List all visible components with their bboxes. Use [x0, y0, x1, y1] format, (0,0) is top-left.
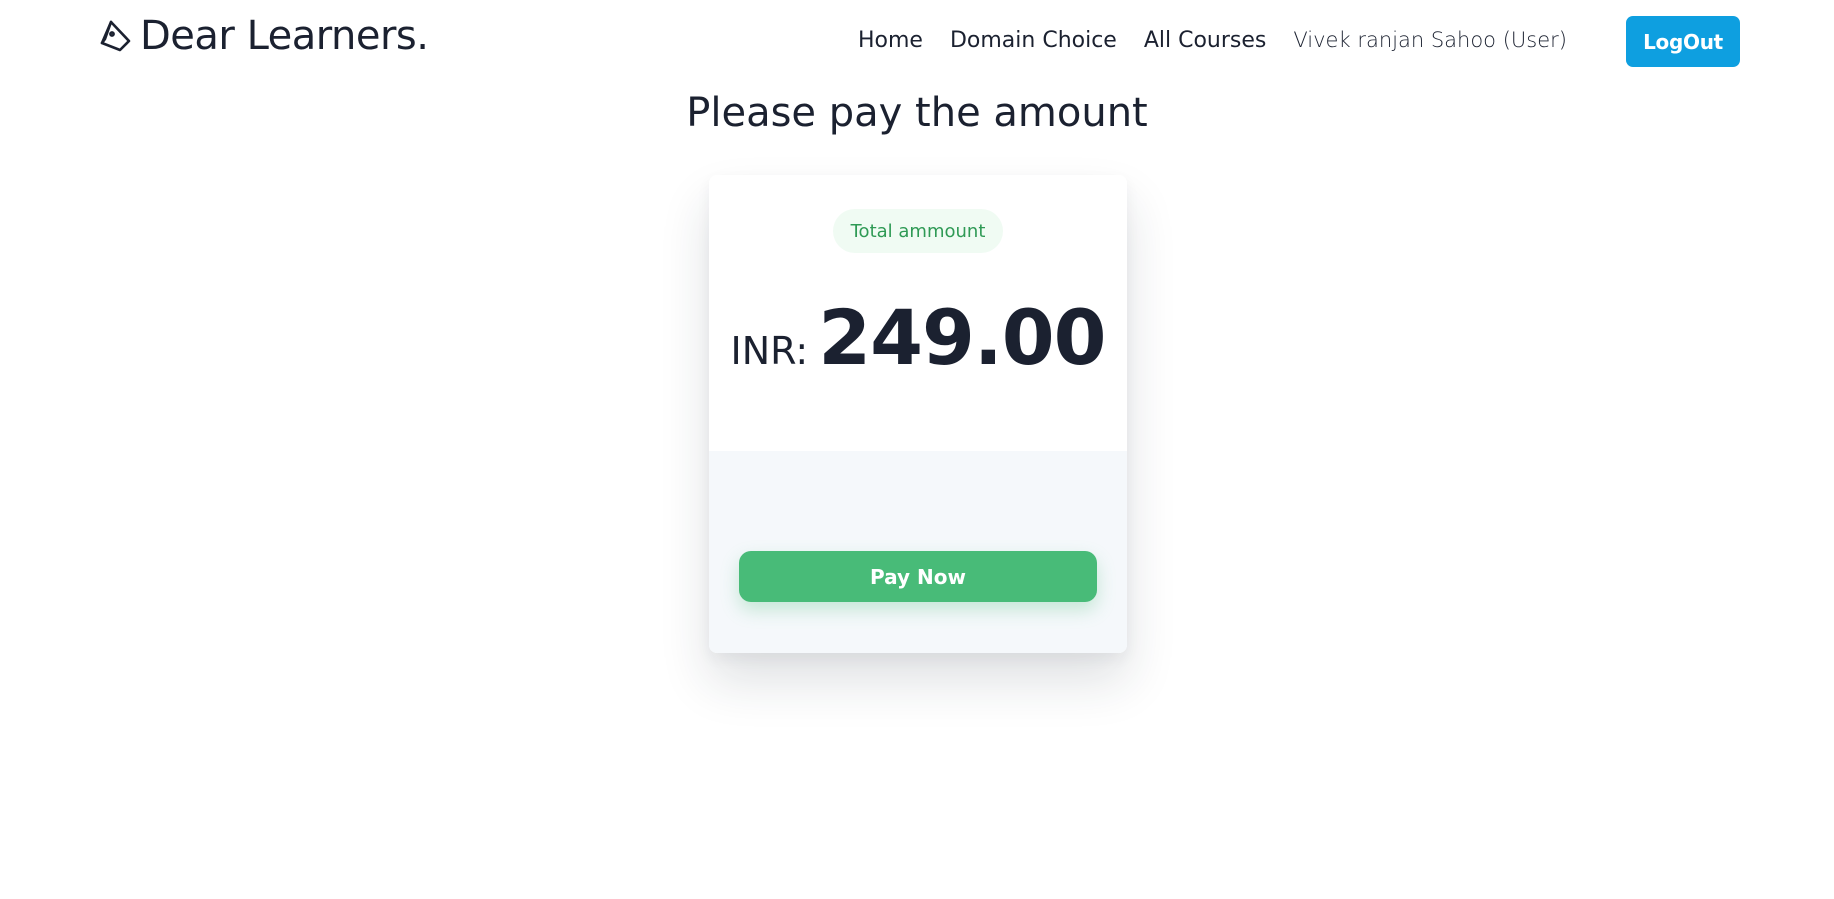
payment-card-summary: Total ammount INR: 249.00 [709, 175, 1127, 451]
brand-logo[interactable]: Dear Learners. [98, 10, 429, 62]
nav-link-domain-choice[interactable]: Domain Choice [950, 28, 1117, 53]
payment-card-actions: Pay Now [709, 451, 1127, 653]
page-title: Please pay the amount [686, 90, 1148, 136]
currency-label: INR: [730, 329, 809, 373]
amount-value: 249.00 [818, 293, 1106, 382]
nav-links: Home Domain Choice All Courses Vivek ran… [858, 24, 1567, 56]
navbar: Dear Learners. Home Domain Choice All Co… [0, 0, 1834, 80]
logout-button[interactable]: LogOut [1626, 16, 1740, 67]
payment-card: Total ammount INR: 249.00 Pay Now [709, 175, 1127, 653]
total-amount-badge: Total ammount [833, 209, 1003, 253]
price-row: INR: 249.00 [709, 293, 1127, 383]
pay-now-button[interactable]: Pay Now [739, 551, 1097, 602]
user-name: Vivek ranjan Sahoo (User) [1293, 28, 1567, 52]
brand-name: Dear Learners. [140, 13, 429, 59]
tag-icon [100, 20, 131, 52]
nav-link-all-courses[interactable]: All Courses [1144, 28, 1267, 53]
nav-link-home[interactable]: Home [858, 28, 923, 53]
